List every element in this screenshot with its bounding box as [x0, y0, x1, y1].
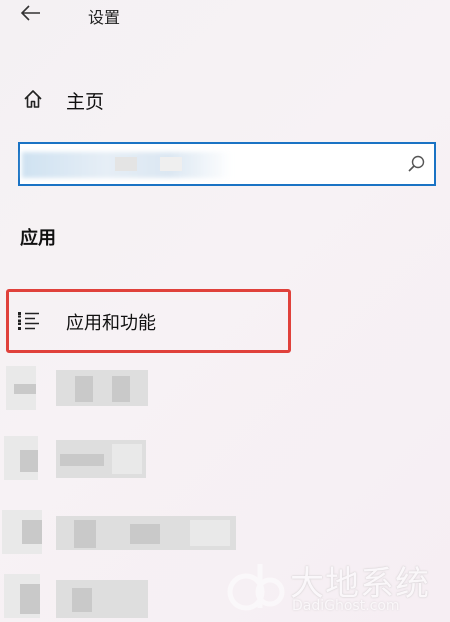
nav-item-apps-and-features[interactable]: 应用和功能 [9, 292, 288, 350]
blur-block [75, 376, 93, 402]
nav-item-blurred[interactable] [0, 362, 260, 414]
blur-block [20, 450, 38, 472]
watermark-subtext: DadiGhost.com [292, 598, 400, 614]
blur-block [112, 444, 142, 474]
nav-item-label: 应用和功能 [66, 313, 156, 334]
blur-block [72, 588, 92, 612]
window-title: 设置 [88, 8, 121, 27]
nav-item-blurred[interactable] [0, 434, 260, 486]
home-nav-item[interactable]: 主页 [0, 80, 450, 118]
nav-item-blurred[interactable] [0, 506, 260, 558]
blur-block [20, 584, 40, 614]
list-icon [18, 312, 39, 330]
home-icon [24, 90, 42, 108]
search-input[interactable] [20, 144, 400, 184]
back-button[interactable] [18, 2, 44, 24]
blur-block [74, 520, 96, 548]
blur-block [130, 524, 160, 544]
search-icon[interactable] [406, 154, 426, 174]
blur-block [56, 580, 148, 618]
settings-search-box[interactable] [18, 142, 436, 186]
section-heading-apps: 应用 [20, 228, 56, 249]
blur-block [60, 454, 104, 466]
blur-block [190, 520, 230, 546]
title-bar: 设置 [0, 0, 450, 34]
blur-block [112, 376, 130, 402]
blur-block [14, 384, 36, 394]
home-label: 主页 [66, 91, 105, 113]
nav-item-blurred[interactable] [0, 570, 260, 622]
blur-block [22, 520, 42, 544]
blur-block [56, 370, 148, 406]
arrow-left-icon [20, 5, 40, 21]
watermark-logo-icon [227, 564, 285, 611]
watermark: 大地系统 DadiGhost.com [222, 554, 450, 622]
